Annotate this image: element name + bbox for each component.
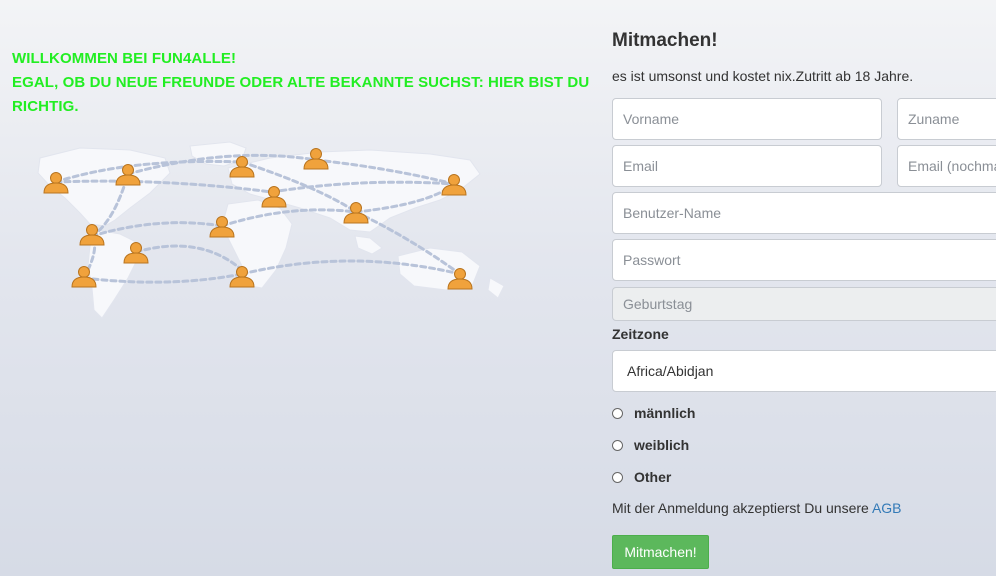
radio-other[interactable] xyxy=(612,471,623,483)
email-field[interactable] xyxy=(612,145,882,187)
radio-female[interactable] xyxy=(612,439,623,451)
submit-button[interactable]: Mitmachen! xyxy=(612,535,709,569)
agb-notice: Mit der Anmeldung akzeptierst Du unsere … xyxy=(612,500,902,516)
birthday-field[interactable] xyxy=(612,287,996,321)
email-repeat-field[interactable] xyxy=(897,145,996,187)
welcome-line-1: WILLKOMMEN BEI FUN4ALLE! xyxy=(12,50,237,67)
world-map-icon xyxy=(37,141,505,319)
lastname-field[interactable] xyxy=(897,98,996,140)
gender-female-label: weiblich xyxy=(634,437,690,453)
timezone-select[interactable]: Africa/Abidjan xyxy=(612,350,996,392)
world-map-illustration xyxy=(10,138,510,328)
form-subtitle: es ist umsonst und kostet nix.Zutritt ab… xyxy=(612,68,914,84)
welcome-line-2: EGAL, OB DU NEUE FREUNDE ODER ALTE BEKAN… xyxy=(12,74,590,115)
gender-option-male[interactable]: männlich xyxy=(612,405,695,421)
firstname-field[interactable] xyxy=(612,98,882,140)
gender-option-female[interactable]: weiblich xyxy=(612,437,689,453)
timezone-value: Africa/Abidjan xyxy=(627,363,714,379)
password-field[interactable] xyxy=(612,239,996,281)
timezone-label: Zeitzone xyxy=(612,326,669,342)
gender-other-label: Other xyxy=(634,469,672,485)
radio-male[interactable] xyxy=(612,407,623,419)
agb-text: Mit der Anmeldung akzeptierst Du unsere xyxy=(612,500,869,516)
username-field[interactable] xyxy=(612,192,996,234)
form-title: Mitmachen! xyxy=(612,30,718,51)
welcome-text: WILLKOMMEN BEI FUN4ALLE! EGAL, OB DU NEU… xyxy=(12,47,592,119)
gender-option-other[interactable]: Other xyxy=(612,469,671,485)
gender-male-label: männlich xyxy=(634,405,696,421)
agb-link[interactable]: AGB xyxy=(872,500,902,516)
